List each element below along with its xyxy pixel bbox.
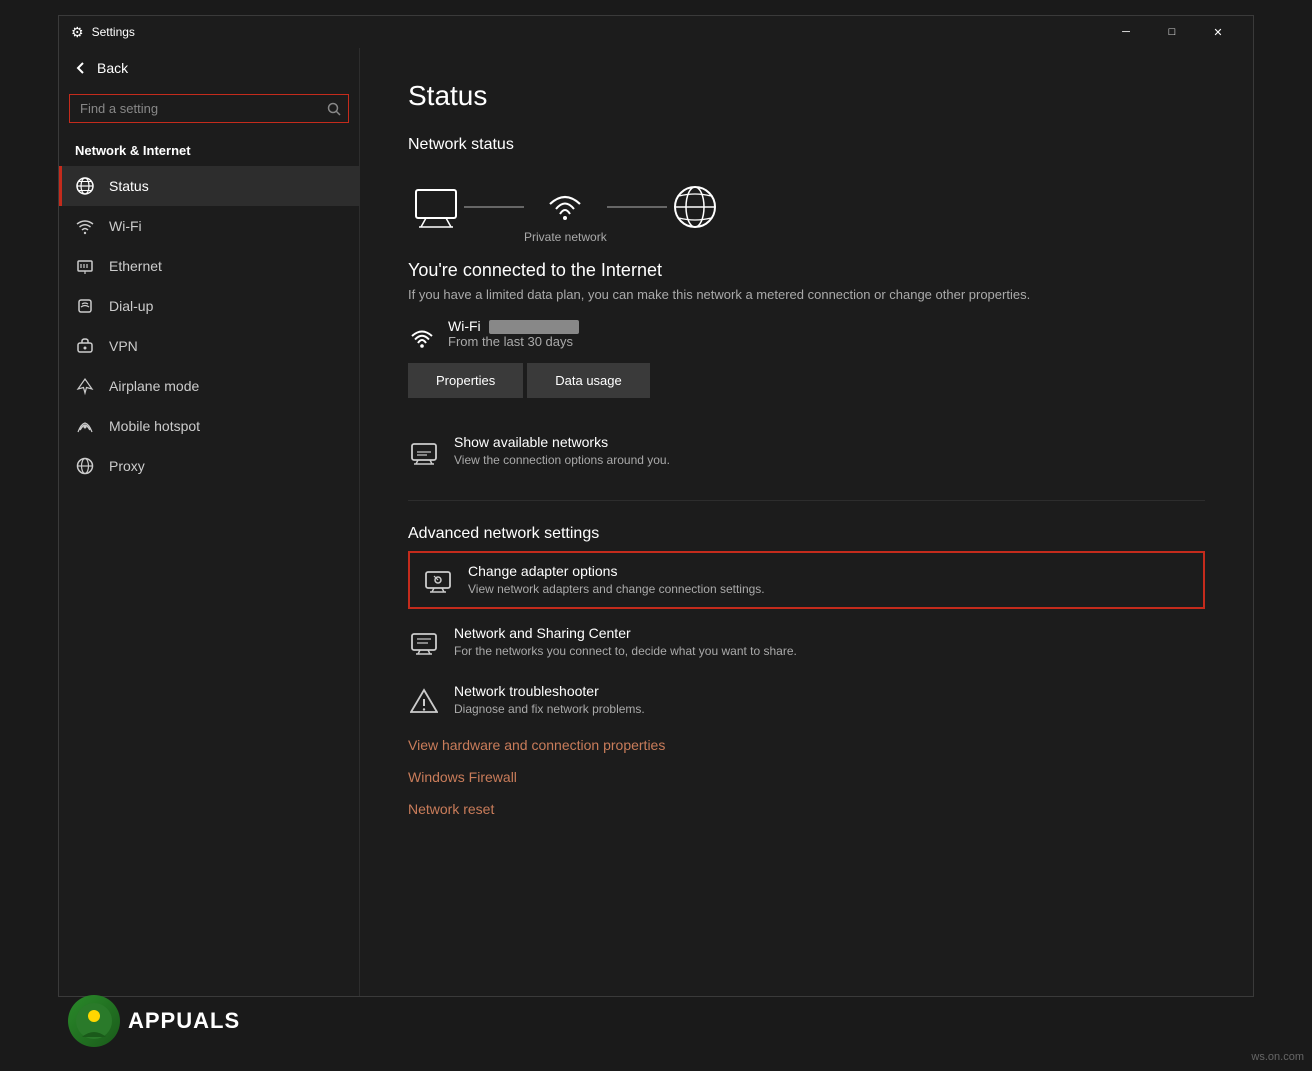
wifi-icon [75, 216, 95, 236]
sidebar: Back Network & Internet Status [59, 48, 359, 996]
titlebar-icon: ⚙ [71, 24, 84, 41]
settings-window: ⚙ Settings ─ □ ✕ Back Network & Int [58, 15, 1254, 997]
show-networks-icon [408, 436, 440, 468]
show-networks-text: Show available networks View the connect… [454, 434, 670, 467]
proxy-icon [75, 456, 95, 476]
wifi-name: Wi-Fi [448, 318, 579, 334]
sharing-center-icon [408, 627, 440, 659]
back-button[interactable]: Back [59, 48, 359, 88]
wifi-center-icon [537, 170, 593, 226]
network-reset-link[interactable]: Network reset [408, 793, 1205, 825]
connected-sub: If you have a limited data plan, you can… [408, 287, 1205, 302]
network-line-1 [464, 206, 524, 208]
sharing-center-sub: For the networks you connect to, decide … [454, 644, 797, 658]
sharing-center-title: Network and Sharing Center [454, 625, 797, 641]
maximize-button[interactable]: □ [1149, 16, 1195, 48]
minimize-button[interactable]: ─ [1103, 16, 1149, 48]
change-adapter-item[interactable]: Change adapter options View network adap… [408, 551, 1205, 609]
wifi-row: Wi-Fi From the last 30 days [408, 318, 1205, 349]
wifi-info: Wi-Fi From the last 30 days [448, 318, 579, 349]
sidebar-item-vpn[interactable]: VPN [59, 326, 359, 366]
globe-status-icon [667, 179, 723, 235]
view-hardware-link[interactable]: View hardware and connection properties [408, 729, 1205, 761]
logo-area: APPUALS [68, 991, 268, 1051]
search-input[interactable] [69, 94, 349, 123]
wifi-row-icon [408, 320, 436, 348]
change-adapter-text: Change adapter options View network adap… [468, 563, 765, 596]
sidebar-item-status-label: Status [109, 178, 149, 194]
sidebar-item-proxy-label: Proxy [109, 458, 145, 474]
sidebar-item-airplane[interactable]: Airplane mode [59, 366, 359, 406]
sidebar-item-hotspot[interactable]: Mobile hotspot [59, 406, 359, 446]
change-adapter-icon [422, 565, 454, 597]
content-area: Back Network & Internet Status [59, 48, 1253, 996]
network-status-title: Network status [408, 136, 1205, 154]
sidebar-item-hotspot-label: Mobile hotspot [109, 418, 200, 434]
close-button[interactable]: ✕ [1195, 16, 1241, 48]
logo-text: APPUALS [128, 1008, 240, 1034]
search-box[interactable] [69, 94, 349, 123]
computer-icon [408, 179, 464, 235]
windows-firewall-link[interactable]: Windows Firewall [408, 761, 1205, 793]
sidebar-item-vpn-label: VPN [109, 338, 138, 354]
change-adapter-sub: View network adapters and change connect… [468, 582, 765, 596]
change-adapter-title: Change adapter options [468, 563, 765, 579]
troubleshooter-title: Network troubleshooter [454, 683, 645, 699]
troubleshooter-text: Network troubleshooter Diagnose and fix … [454, 683, 645, 716]
sidebar-item-status[interactable]: Status [59, 166, 359, 206]
back-icon [75, 62, 87, 74]
back-label: Back [97, 60, 128, 76]
vpn-icon [75, 336, 95, 356]
sidebar-section-title: Network & Internet [59, 129, 359, 166]
sidebar-item-dialup[interactable]: Dial-up [59, 286, 359, 326]
sidebar-item-wifi-label: Wi-Fi [109, 218, 142, 234]
titlebar-controls: ─ □ ✕ [1103, 16, 1241, 48]
ethernet-icon [75, 256, 95, 276]
connected-title: You're connected to the Internet [408, 260, 1205, 281]
network-line-2 [607, 206, 667, 208]
wifi-ssid-blur [489, 320, 579, 334]
network-center: Private network [524, 170, 607, 244]
search-icon [327, 102, 341, 116]
sidebar-item-proxy[interactable]: Proxy [59, 446, 359, 486]
sidebar-item-airplane-label: Airplane mode [109, 378, 199, 394]
network-visual: Private network [408, 170, 1205, 244]
titlebar: ⚙ Settings ─ □ ✕ [59, 16, 1253, 48]
show-networks-item[interactable]: Show available networks View the connect… [408, 422, 1205, 480]
advanced-section-title: Advanced network settings [408, 525, 1205, 543]
airplane-icon [75, 376, 95, 396]
properties-button[interactable]: Properties [408, 363, 523, 398]
globe-icon [75, 176, 95, 196]
show-networks-sub: View the connection options around you. [454, 453, 670, 467]
data-usage-button[interactable]: Data usage [527, 363, 650, 398]
sidebar-item-ethernet[interactable]: Ethernet [59, 246, 359, 286]
button-row: Properties Data usage [408, 363, 1205, 398]
page-title: Status [408, 80, 1205, 112]
main-content: Status Network status [359, 48, 1253, 996]
logo-icon [68, 995, 120, 1047]
sharing-center-text: Network and Sharing Center For the netwo… [454, 625, 797, 658]
titlebar-title: Settings [92, 25, 135, 39]
hotspot-icon [75, 416, 95, 436]
sidebar-item-dialup-label: Dial-up [109, 298, 153, 314]
show-networks-title: Show available networks [454, 434, 670, 450]
sharing-center-item[interactable]: Network and Sharing Center For the netwo… [408, 613, 1205, 671]
troubleshooter-sub: Diagnose and fix network problems. [454, 702, 645, 716]
sidebar-item-ethernet-label: Ethernet [109, 258, 162, 274]
dialup-icon [75, 296, 95, 316]
troubleshooter-item[interactable]: Network troubleshooter Diagnose and fix … [408, 671, 1205, 729]
divider-1 [408, 500, 1205, 501]
sidebar-item-wifi[interactable]: Wi-Fi [59, 206, 359, 246]
wifi-days: From the last 30 days [448, 334, 579, 349]
network-label: Private network [524, 230, 607, 244]
troubleshooter-icon [408, 685, 440, 717]
watermark: ws.on.com [1251, 1051, 1304, 1063]
